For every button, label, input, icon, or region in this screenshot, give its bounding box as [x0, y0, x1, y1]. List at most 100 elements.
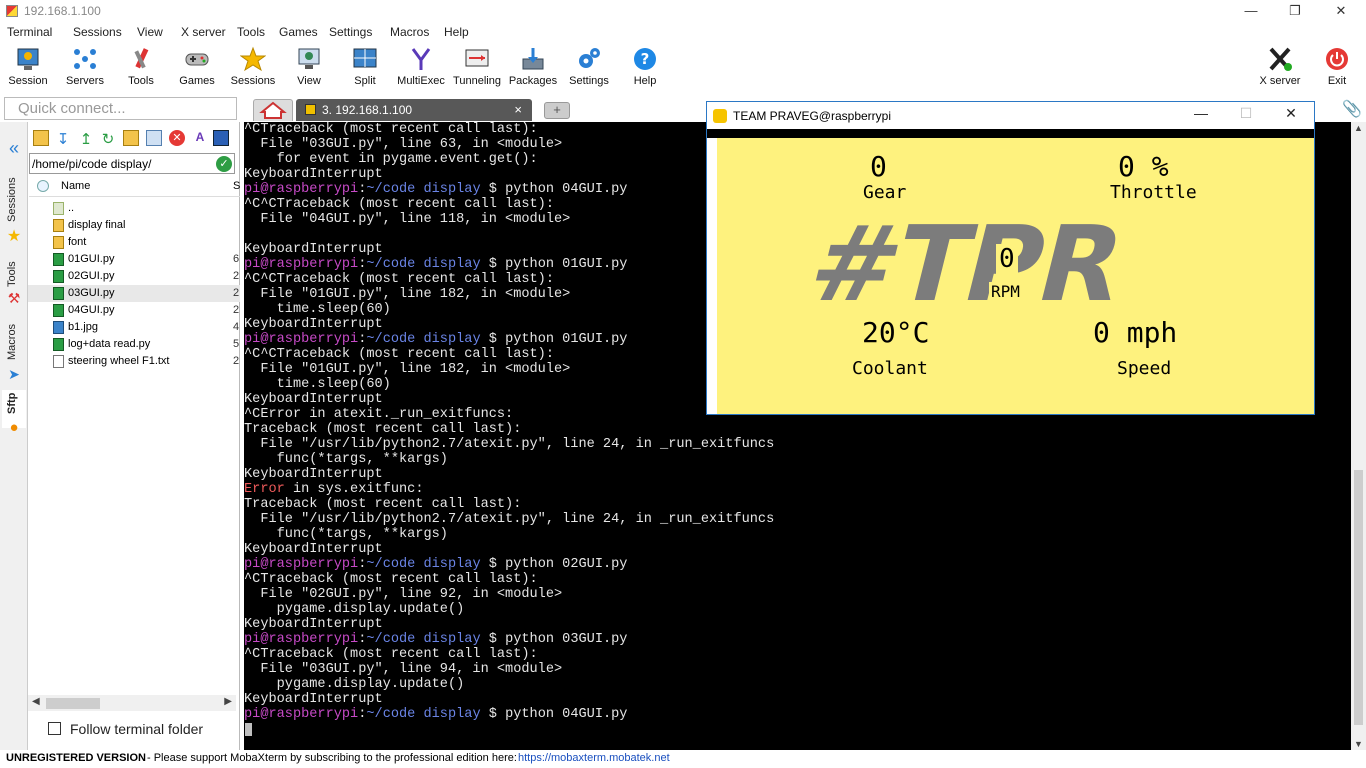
throttle-label: Throttle	[1110, 182, 1197, 203]
scroll-right-icon[interactable]: ▶	[224, 696, 232, 707]
terminal-text: KeyboardInterrupt	[244, 467, 383, 482]
menu-games[interactable]: Games	[279, 25, 318, 39]
mobatek-link[interactable]: https://mobaxterm.mobatek.net	[518, 752, 670, 764]
terminal-text: ^C^CTraceback (most recent call last):	[244, 197, 554, 212]
upload-icon[interactable]: ↥	[78, 130, 94, 148]
side-tab-macros[interactable]: Macros	[2, 322, 26, 366]
folder-up-icon[interactable]	[33, 130, 49, 146]
terminal-line: pi@raspberrypi:~/code display $ python 0…	[244, 632, 1351, 647]
paperclip-icon[interactable]: 📎	[1342, 99, 1362, 118]
terminal-text: ^C^CTraceback (most recent call last):	[244, 347, 554, 362]
new-folder-icon[interactable]	[123, 130, 139, 146]
file-row[interactable]: font	[28, 234, 240, 251]
file-row[interactable]: display final	[28, 217, 240, 234]
speed-label: Speed	[1117, 358, 1172, 379]
exit-button[interactable]: Exit	[1309, 44, 1365, 92]
menu-sessions[interactable]: Sessions	[73, 25, 122, 39]
tools-button[interactable]: Tools	[113, 44, 169, 92]
terminal-text: $ python 04GUI.py	[480, 707, 628, 722]
session-tab[interactable]: 3. 192.168.1.100 ×	[296, 99, 532, 121]
view-button[interactable]: View	[281, 44, 337, 92]
menu-settings[interactable]: Settings	[329, 25, 372, 39]
close-icon[interactable]: ✕	[1318, 0, 1364, 22]
split-button[interactable]: Split	[337, 44, 393, 92]
mobaxterm-icon	[6, 5, 18, 17]
delete-icon[interactable]: ✕	[169, 130, 185, 146]
new-tab-button[interactable]: +	[544, 102, 570, 119]
games-button[interactable]: Games	[169, 44, 225, 92]
restore-icon[interactable]: ❐	[1272, 0, 1318, 22]
permissions-icon[interactable]	[213, 130, 229, 146]
horizontal-scrollbar[interactable]: ◀ ▶	[28, 695, 236, 711]
terminal-text: Traceback (most recent call last):	[244, 497, 522, 512]
file-row[interactable]: 04GUI.py 2	[28, 302, 240, 319]
servers-button[interactable]: Servers	[57, 44, 113, 92]
home-tab[interactable]	[253, 99, 293, 121]
xserver-button[interactable]: X server	[1252, 44, 1308, 92]
packages-icon	[520, 46, 546, 72]
multiexec-button[interactable]: MultiExec	[393, 44, 449, 92]
refresh-icon[interactable]: ↻	[100, 130, 116, 148]
tab-close-icon[interactable]: ×	[514, 102, 522, 117]
download-icon[interactable]: ↧	[55, 130, 71, 148]
pygame-top-strip	[707, 129, 1314, 138]
pygame-title-bar[interactable]: TEAM PRAVEG@raspberrypi — ☐ ✕	[707, 102, 1314, 129]
file-row[interactable]: log+data read.py 5	[28, 336, 240, 353]
terminal-text: File "03GUI.py", line 63, in <module>	[244, 137, 563, 152]
sessions-button[interactable]: Sessions	[225, 44, 281, 92]
side-tab-sessions[interactable]: Sessions	[2, 174, 26, 234]
terminal-line: File "02GUI.py", line 92, in <module>	[244, 587, 1351, 602]
column-size[interactable]: S	[233, 180, 240, 192]
help-label: Help	[633, 75, 657, 87]
checkmark-icon[interactable]: ✓	[216, 156, 232, 172]
sftp-path-input[interactable]	[30, 154, 210, 173]
view-icon	[296, 46, 322, 72]
terminal-scrollbar[interactable]: ▲ ▼	[1351, 122, 1366, 750]
scroll-up-icon[interactable]: ▲	[1354, 123, 1363, 133]
menu-xserver[interactable]: X server	[181, 25, 226, 39]
collapse-chevron-icon[interactable]: «	[2, 138, 26, 159]
terminal-text: $ python 03GUI.py	[480, 632, 628, 647]
column-name[interactable]: Name	[61, 180, 90, 192]
menu-macros[interactable]: Macros	[390, 25, 429, 39]
scroll-left-icon[interactable]: ◀	[32, 696, 40, 707]
session-button[interactable]: Session	[0, 44, 56, 92]
file-row[interactable]: ..	[28, 200, 240, 217]
tools-icon	[128, 46, 154, 72]
file-size: 6	[233, 253, 240, 265]
pygame-window-title: TEAM PRAVEG@raspberrypi	[733, 109, 891, 123]
status-bar: UNREGISTERED VERSION - Please support Mo…	[0, 750, 1366, 768]
tunneling-button[interactable]: Tunneling	[449, 44, 505, 92]
follow-checkbox[interactable]	[48, 722, 61, 735]
file-row[interactable]: steering wheel F1.txt 2	[28, 353, 240, 370]
minimize-icon[interactable]: —	[1228, 0, 1274, 22]
sftp-icon: ●	[9, 419, 19, 436]
packages-button[interactable]: Packages	[505, 44, 561, 92]
terminal-text: KeyboardInterrupt	[244, 317, 383, 332]
menu-bar: Terminal Sessions View X server Tools Ga…	[0, 23, 1366, 42]
menu-help[interactable]: Help	[444, 25, 469, 39]
menu-terminal[interactable]: Terminal	[7, 25, 52, 39]
menu-view[interactable]: View	[137, 25, 163, 39]
file-row[interactable]: 01GUI.py 6	[28, 251, 240, 268]
new-file-icon[interactable]	[146, 130, 162, 146]
terminal-text: func(*targs, **kargs)	[244, 527, 448, 542]
file-row[interactable]: 02GUI.py 2	[28, 268, 240, 285]
terminal-scroll-thumb[interactable]	[1354, 470, 1363, 725]
file-row[interactable]: b1.jpg 4	[28, 319, 240, 336]
quick-connect-input[interactable]	[5, 98, 236, 119]
rename-icon[interactable]: A	[192, 130, 208, 146]
pygame-minimize-icon[interactable]: —	[1181, 105, 1221, 121]
settings-button[interactable]: Settings	[561, 44, 617, 92]
menu-tools[interactable]: Tools	[237, 25, 265, 39]
pygame-close-icon[interactable]: ✕	[1271, 105, 1311, 122]
help-button[interactable]: ? Help	[617, 44, 673, 92]
up-file-icon	[53, 202, 64, 215]
scroll-thumb[interactable]	[46, 698, 100, 709]
scroll-down-icon[interactable]: ▼	[1354, 739, 1363, 749]
file-row[interactable]: 03GUI.py 2	[28, 285, 240, 302]
exit-icon	[1324, 46, 1350, 72]
pygame-maximize-icon[interactable]: ☐	[1226, 105, 1266, 122]
home-dir-icon[interactable]	[37, 180, 49, 192]
terminal-text: File "04GUI.py", line 118, in <module>	[244, 212, 571, 227]
